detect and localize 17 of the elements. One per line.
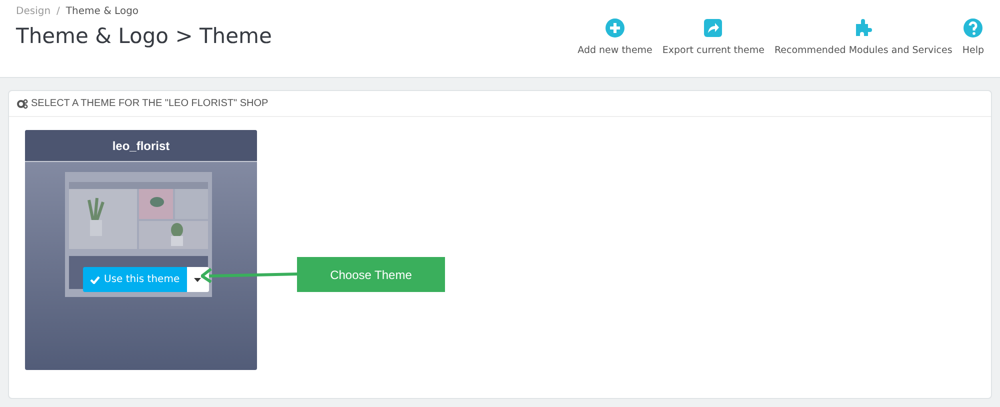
plus-icon	[605, 18, 625, 38]
breadcrumb-separator: /	[56, 6, 60, 17]
share-icon	[703, 18, 724, 38]
puzzle-icon	[853, 18, 874, 38]
toolbar-button[interactable]: Help	[962, 18, 984, 77]
help-icon	[963, 18, 984, 38]
callout-label: Choose Theme	[297, 257, 445, 292]
toolbar-button[interactable]: Recommended Modules and Services	[774, 18, 952, 77]
theme-name: leo_florist	[25, 130, 257, 162]
gears-icon	[17, 98, 28, 108]
page-title: Theme & Logo > Theme	[16, 23, 272, 50]
toolbar-button[interactable]: Add new theme	[578, 18, 652, 77]
check-icon	[90, 276, 100, 284]
breadcrumb-current: Theme & Logo	[66, 6, 139, 17]
caret-icon	[194, 278, 202, 282]
panel-heading: SELECT A THEME FOR THE "LEO FLORIST" SHOP	[31, 97, 268, 111]
toolbar-button[interactable]: Export current theme	[662, 18, 764, 77]
